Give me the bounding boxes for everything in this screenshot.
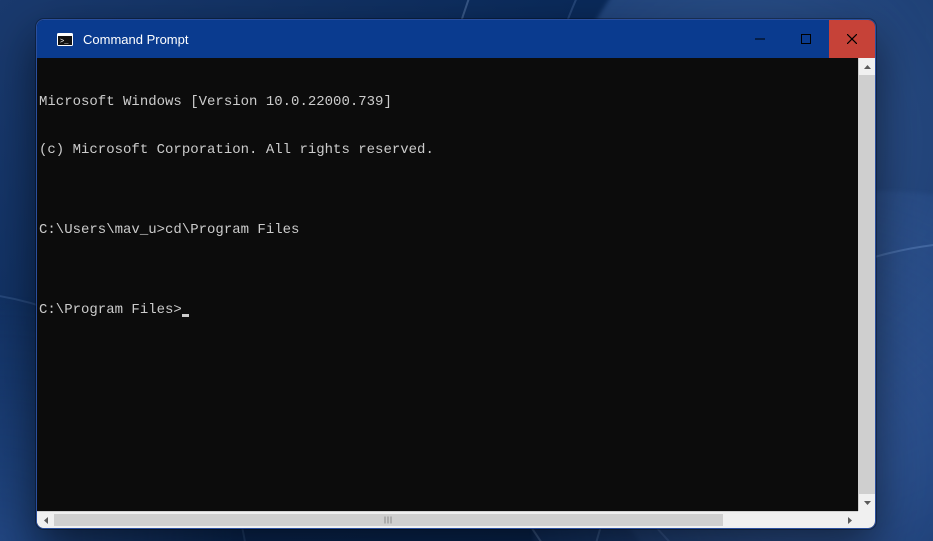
window-title: Command Prompt bbox=[83, 32, 188, 47]
vertical-scroll-thumb[interactable] bbox=[859, 75, 875, 494]
scroll-up-arrow-icon[interactable] bbox=[859, 58, 875, 75]
horizontal-scroll-track[interactable] bbox=[54, 512, 841, 528]
console-prompt-line: C:\Program Files> bbox=[39, 302, 856, 318]
maximize-button[interactable] bbox=[783, 20, 829, 58]
cursor bbox=[182, 314, 189, 317]
vertical-scroll-track[interactable] bbox=[859, 75, 875, 494]
scroll-left-arrow-icon[interactable] bbox=[37, 512, 54, 528]
close-button[interactable] bbox=[829, 20, 875, 58]
horizontal-scrollbar[interactable] bbox=[37, 511, 858, 528]
client-area: Microsoft Windows [Version 10.0.22000.73… bbox=[37, 58, 875, 528]
console-output[interactable]: Microsoft Windows [Version 10.0.22000.73… bbox=[37, 58, 858, 511]
scroll-right-arrow-icon[interactable] bbox=[841, 512, 858, 528]
console-line: (c) Microsoft Corporation. All rights re… bbox=[39, 142, 856, 158]
minimize-button[interactable] bbox=[737, 20, 783, 58]
command-prompt-window: >_ Command Prompt Microsoft Windows [Ver… bbox=[36, 19, 876, 529]
horizontal-scroll-thumb[interactable] bbox=[54, 514, 723, 526]
console-line: Microsoft Windows [Version 10.0.22000.73… bbox=[39, 94, 856, 110]
svg-text:>_: >_ bbox=[60, 38, 69, 46]
console-line: C:\Users\mav_u>cd\Program Files bbox=[39, 222, 856, 238]
vertical-scrollbar[interactable] bbox=[858, 58, 875, 511]
console-prompt: C:\Program Files> bbox=[39, 302, 182, 318]
titlebar[interactable]: >_ Command Prompt bbox=[37, 20, 875, 58]
command-prompt-icon: >_ bbox=[57, 32, 73, 46]
scrollbar-corner bbox=[858, 511, 875, 528]
scroll-down-arrow-icon[interactable] bbox=[859, 494, 875, 511]
